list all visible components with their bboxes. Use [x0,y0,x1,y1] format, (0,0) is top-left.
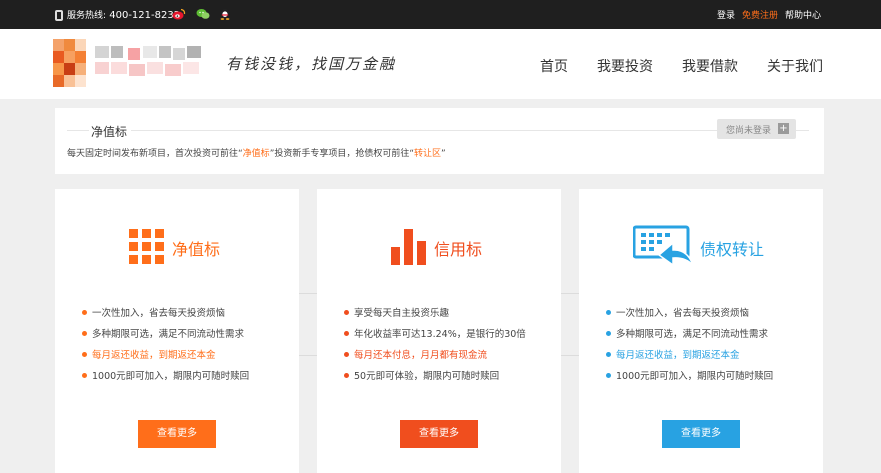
qq-icon[interactable] [218,8,232,20]
bullet-dot [344,373,349,378]
list-item: 一次性加入，省去每天投资烦恼 [82,305,249,326]
bullet-dot [82,373,87,378]
plus-icon: + [778,123,789,134]
intro-panel: 净值标 您尚未登录 + 每天固定时间发布新项目，首次投资可前往“净值标”投资新手… [55,108,824,174]
feature-text: 多种期限可选，满足不同流动性需求 [616,329,769,340]
top-links: 登录 免费注册 帮助中心 [710,8,821,21]
bullet-dot [606,373,611,378]
bullet-dot [344,310,349,315]
feature-text: 一次性加入，省去每天投资烦恼 [92,308,226,319]
list-item: 每月返还收益，到期返还本金 [606,347,773,368]
feature-text: 每月返还收益，到期返还本金 [92,350,216,361]
list-item: 享受每天自主投资乐趣 [344,305,526,326]
list-item: 每月返还收益，到期返还本金 [82,347,249,368]
main-nav: 首页 我要投资 我要借款 关于我们 [511,56,823,76]
list-item: 多种期限可选，满足不同流动性需求 [82,326,249,347]
list-item: 50元即可体验，期限内可随时赎回 [344,368,526,389]
feature-text: 每月还本付息，月月都有现金流 [354,350,488,361]
bullet-dot [606,352,611,357]
logo[interactable] [53,39,86,87]
bullet-dot [606,310,611,315]
feature-text: 50元即可体验，期限内可随时赎回 [354,371,500,382]
feature-text: 年化收益率可达13.24%，是银行的30倍 [354,329,526,340]
feature-list: 享受每天自主投资乐趣 年化收益率可达13.24%，是银行的30倍 每月还本付息，… [344,305,526,389]
view-more-button[interactable]: 查看更多 [662,420,740,448]
login-prompt-label: 您尚未登录 [726,126,772,136]
site-header: 有钱没钱，找国万金融 首页 我要投资 我要借款 关于我们 [0,29,881,99]
intro-title: 净值标 [89,123,130,140]
bullet-dot [82,310,87,315]
intro-description: 每天固定时间发布新项目，首次投资可前往“净值标”投资新手专享项目，抢债权可前往“… [67,146,446,159]
bullet-dot [82,331,87,336]
hotline-label: 服务热线: [67,11,107,21]
bullet-dot [606,331,611,336]
bullet-dot [344,331,349,336]
list-item: 每月还本付息，月月都有现金流 [344,347,526,368]
bullet-dot [344,352,349,357]
feature-text: 每月返还收益，到期返还本金 [616,350,740,361]
logo-text [95,44,205,81]
bullet-dot [82,352,87,357]
net-value-link[interactable]: 净值标 [243,149,270,159]
login-link[interactable]: 登录 [717,11,735,21]
card-title: 债权转让 [700,240,765,259]
product-card-net-value: 净值标 一次性加入，省去每天投资烦恼 多种期限可选，满足不同流动性需求 每月返还… [55,189,299,473]
phone-icon [55,10,63,21]
intro-desc-text: ”投资新手专享项目，抢债权可前往“ [269,149,415,159]
feature-list: 一次性加入，省去每天投资烦恼 多种期限可选，满足不同流动性需求 每月返还收益，到… [82,305,249,389]
card-title: 信用标 [434,240,483,259]
view-more-button[interactable]: 查看更多 [400,420,478,448]
transfer-icon [633,225,694,267]
register-link[interactable]: 免费注册 [742,11,778,21]
hotline-number: 400-121-8232 [109,10,181,21]
transfer-zone-link[interactable]: 转让区 [414,149,441,159]
feature-text: 一次性加入，省去每天投资烦恼 [616,308,750,319]
hotline: 服务热线: 400-121-8232 [67,8,180,21]
nav-invest[interactable]: 我要投资 [597,59,653,75]
grid-icon [129,229,164,264]
divider [67,130,89,131]
list-item: 1000元即可加入，期限内可随时赎回 [606,368,773,389]
slogan: 有钱没钱，找国万金融 [226,55,397,73]
divider [131,130,809,131]
nav-home[interactable]: 首页 [540,59,568,75]
list-item: 多种期限可选，满足不同流动性需求 [606,326,773,347]
top-bar: 服务热线: 400-121-8232 登录 免费注册 帮助中心 [0,0,881,29]
wechat-icon[interactable] [196,8,210,20]
feature-text: 多种期限可选，满足不同流动性需求 [92,329,245,340]
feature-text: 享受每天自主投资乐趣 [354,308,450,319]
view-more-button[interactable]: 查看更多 [138,420,216,448]
card-title: 净值标 [172,240,221,259]
bar-chart-icon [391,229,426,265]
list-item: 一次性加入，省去每天投资烦恼 [606,305,773,326]
list-item: 年化收益率可达13.24%，是银行的30倍 [344,326,526,347]
feature-list: 一次性加入，省去每天投资烦恼 多种期限可选，满足不同流动性需求 每月返还收益，到… [606,305,773,389]
login-prompt-button[interactable]: 您尚未登录 + [717,119,796,139]
nav-about[interactable]: 关于我们 [767,59,823,75]
nav-borrow[interactable]: 我要借款 [682,59,738,75]
help-center-link[interactable]: 帮助中心 [785,11,821,21]
feature-text: 1000元即可加入，期限内可随时赎回 [616,371,774,382]
feature-text: 1000元即可加入，期限内可随时赎回 [92,371,250,382]
intro-desc-text: 每天固定时间发布新项目，首次投资可前往“ [67,149,243,159]
product-card-credit: 信用标 享受每天自主投资乐趣 年化收益率可达13.24%，是银行的30倍 每月还… [317,189,561,473]
weibo-icon[interactable] [172,8,186,20]
product-card-transfer: 债权转让 一次性加入，省去每天投资烦恼 多种期限可选，满足不同流动性需求 每月返… [579,189,823,473]
intro-desc-text: ” [441,149,446,159]
list-item: 1000元即可加入，期限内可随时赎回 [82,368,249,389]
